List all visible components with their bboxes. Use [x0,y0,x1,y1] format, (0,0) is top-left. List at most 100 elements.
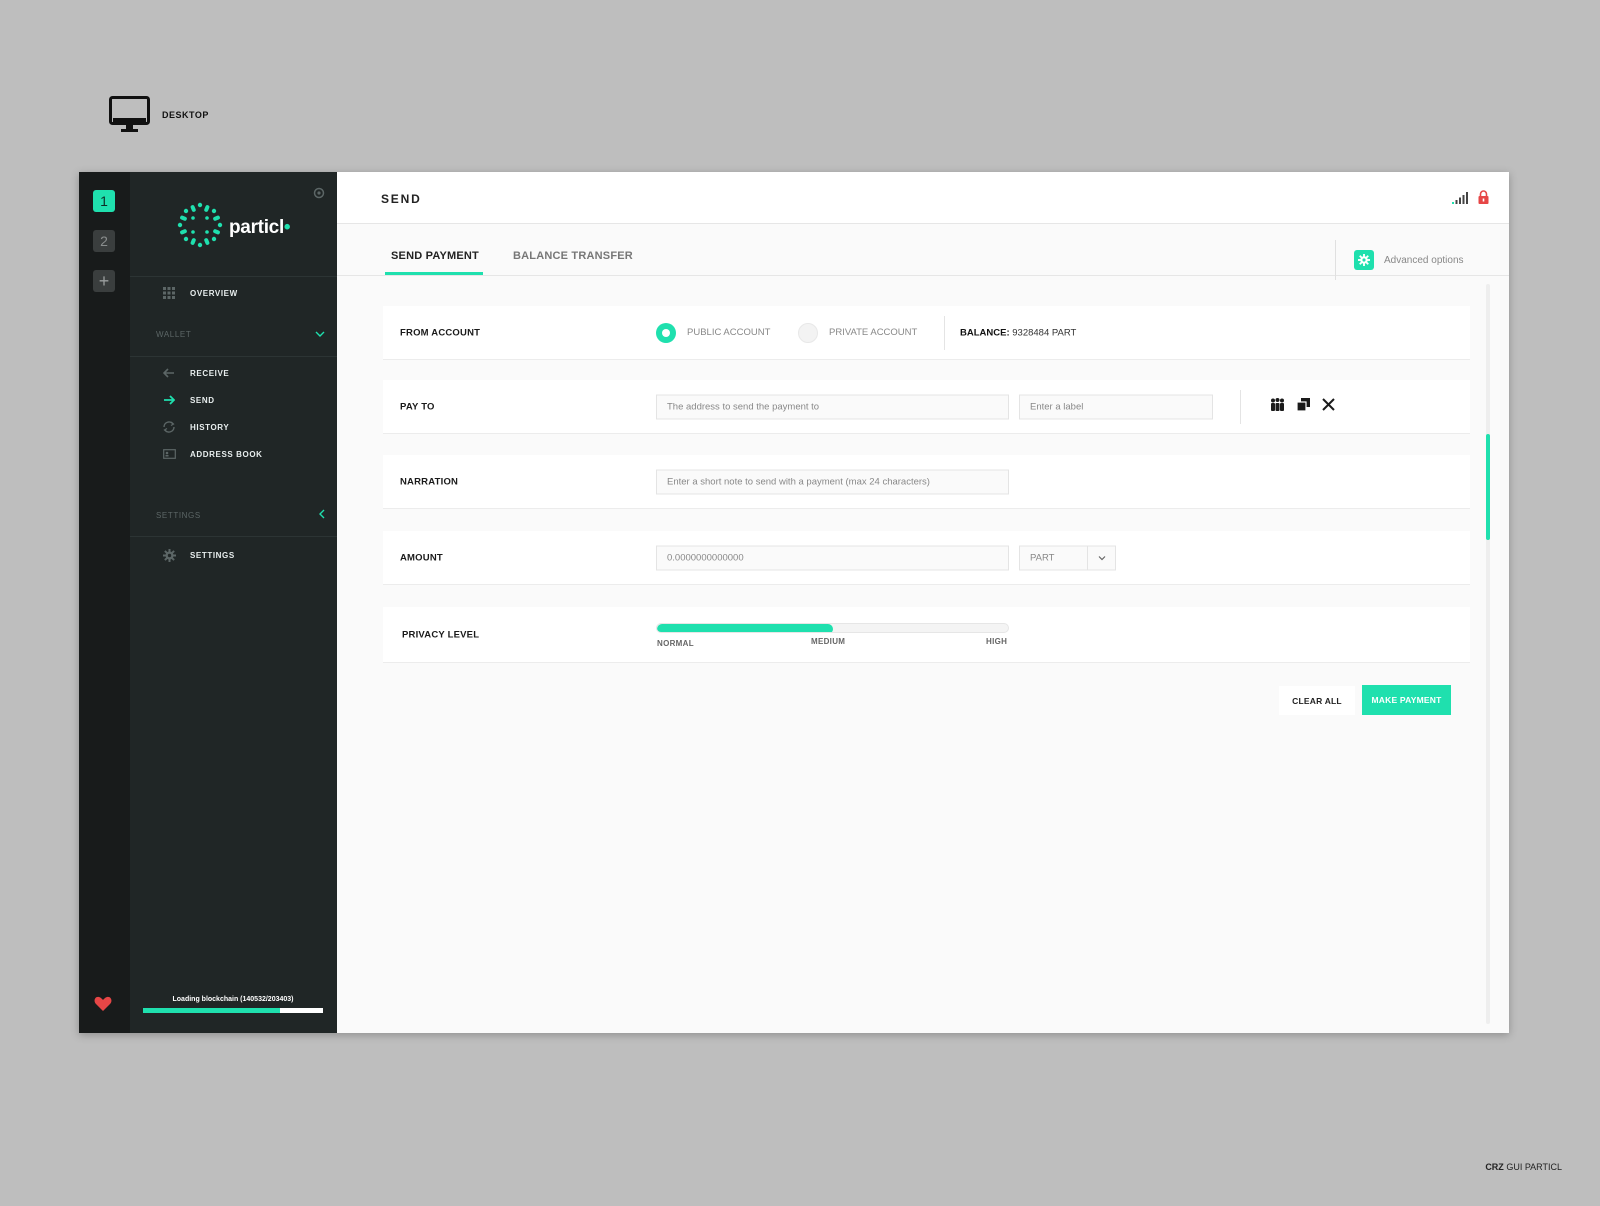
brand-name: particl• [229,216,291,238]
arrow-right-icon [162,393,176,407]
sidebar-item-history[interactable]: HISTORY [162,420,229,434]
amount-label: AMOUNT [400,552,443,563]
sidebar-item-label: HISTORY [190,422,230,432]
tab-send-payment[interactable]: SEND PAYMENT [391,250,479,262]
divider [944,316,945,350]
sidebar: particl• OVERVIEW WALLET RECEIVE SEND HI… [130,172,337,1033]
sync-progress-fill [143,1008,280,1013]
narration-row: NARRATION Enter a short note to send wit… [383,455,1470,509]
paste-icon[interactable] [1296,397,1310,416]
balance-value: 9328484 PART [1012,327,1077,338]
privacy-level-medium: MEDIUM [811,637,846,646]
grid-icon [162,286,176,300]
lock-icon[interactable] [1478,190,1489,209]
currency-select[interactable]: PART [1019,545,1116,570]
gear-icon [162,548,176,562]
sidebar-divider [130,536,337,537]
tab-bar: SEND PAYMENT BALANCE TRANSFER Advanced o… [337,224,1509,280]
monitor-icon [109,96,150,134]
amount-row: AMOUNT 0.0000000000000 PART [383,531,1470,585]
amount-input[interactable]: 0.0000000000000 [656,545,1009,570]
top-bar: SEND [337,172,1509,224]
blockchain-sync: Loading blockchain (140532/203403) [143,996,323,1013]
tab-balance-transfer[interactable]: BALANCE TRANSFER [513,250,633,262]
public-account-radio[interactable]: PUBLIC ACCOUNT [656,322,771,343]
pay-to-address-input[interactable]: The address to send the payment to [656,394,1009,419]
make-payment-button[interactable]: MAKE PAYMENT [1362,685,1451,715]
clear-all-button[interactable]: CLEAR ALL [1279,686,1355,715]
active-tab-indicator [385,272,483,275]
device-label-group: DESKTOP [109,96,209,134]
divider [1240,390,1241,424]
pay-to-label: PAY TO [400,401,435,412]
signal-icon[interactable] [1452,191,1468,209]
radio-label: PUBLIC ACCOUNT [687,327,771,338]
advanced-options-label: Advanced options [1384,254,1464,266]
balance-label: BALANCE: [960,327,1010,338]
workspace-strip: 1 2 + [79,172,130,1033]
wallet-section-header[interactable]: WALLET [156,330,325,339]
sidebar-item-send[interactable]: SEND [162,393,215,407]
arrow-left-icon [162,366,176,380]
narration-input[interactable]: Enter a short note to send with a paymen… [656,469,1009,494]
page-title: SEND [381,192,422,206]
sidebar-divider [130,276,337,277]
pay-to-label-input[interactable]: Enter a label [1019,394,1213,419]
privacy-level-label: PRIVACY LEVEL [402,629,480,640]
credit-footer: CRZ GUI PARTICL [1485,1162,1562,1172]
section-label: SETTINGS [156,510,201,520]
workspace-1-button[interactable]: 1 [93,190,115,212]
sync-label: Loading blockchain (140532/203403) [172,996,294,1003]
history-icon [162,420,176,434]
workspace-2-button[interactable]: 2 [93,230,115,252]
chevron-left-icon [319,509,325,521]
sidebar-item-settings[interactable]: SETTINGS [162,548,235,562]
narration-label: NARRATION [400,476,459,487]
privacy-level-normal: NORMAL [657,639,694,648]
sidebar-item-label: OVERVIEW [190,288,238,298]
main-content: SEND SEND PAYMENT BALANCE TRANSFER Advan… [337,172,1509,1033]
app-window: 1 2 + particl• OVERVIEW WALLET RECEIVE S… [79,172,1509,1033]
address-book-contacts-icon[interactable] [1270,397,1285,416]
chevron-down-icon [315,330,325,339]
status-icons [1452,190,1489,209]
sync-progress-bar [143,1008,323,1013]
currency-value: PART [1030,552,1055,563]
pay-to-actions [1270,397,1335,416]
section-label: WALLET [156,330,192,339]
radio-selected-icon [656,322,676,343]
balance-display: BALANCE: 9328484 PART [960,327,1076,338]
scrollbar[interactable] [1486,284,1490,1024]
chevron-down-icon [1087,546,1115,569]
from-account-label: FROM ACCOUNT [400,327,481,338]
scrollbar-thumb[interactable] [1486,434,1490,540]
sidebar-item-label: RECEIVE [190,368,230,378]
address-book-icon [162,447,176,461]
privacy-level-row: PRIVACY LEVEL NORMAL MEDIUM HIGH [383,607,1470,663]
privacy-level-high: HIGH [986,637,1008,646]
close-icon[interactable] [1322,397,1335,416]
sidebar-item-address-book[interactable]: ADDRESS BOOK [162,447,263,461]
pay-to-row: PAY TO The address to send the payment t… [383,380,1470,434]
private-account-radio[interactable]: PRIVATE ACCOUNT [798,322,918,343]
sidebar-divider [130,356,337,357]
settings-gear-icon[interactable] [313,186,325,204]
sidebar-item-label: ADDRESS BOOK [190,449,263,459]
from-account-row: FROM ACCOUNT PUBLIC ACCOUNT PRIVATE ACCO… [383,306,1470,360]
sidebar-item-label: SEND [190,395,215,405]
sidebar-item-receive[interactable]: RECEIVE [162,366,229,380]
device-label: DESKTOP [162,110,209,120]
brand-logo: particl• [177,202,291,253]
heart-icon[interactable] [94,996,112,1017]
privacy-slider-fill [657,624,833,632]
radio-label: PRIVATE ACCOUNT [829,327,918,338]
sidebar-item-overview[interactable]: OVERVIEW [162,286,238,300]
settings-gear-icon [1354,250,1374,270]
add-workspace-button[interactable]: + [93,270,115,292]
radio-unselected-icon [798,322,818,343]
advanced-options-button[interactable]: Advanced options [1335,240,1464,280]
privacy-slider[interactable] [656,623,1009,633]
sidebar-item-label: SETTINGS [190,550,235,560]
settings-section-header[interactable]: SETTINGS [156,509,325,521]
particl-logo-icon [177,202,223,253]
